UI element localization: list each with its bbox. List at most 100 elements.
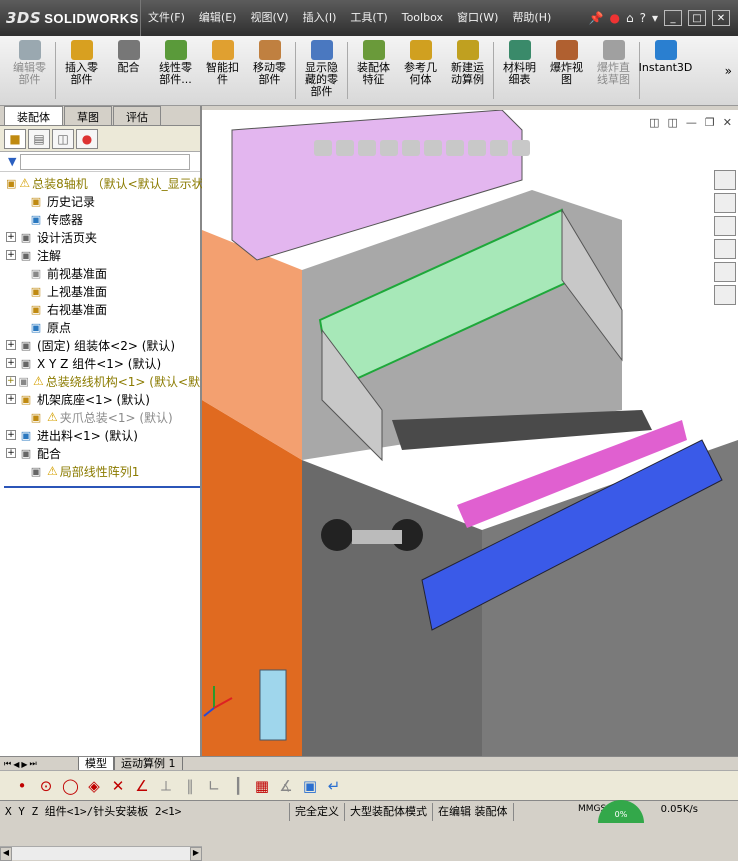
next-tab-icon[interactable]: ▶ — [21, 760, 27, 769]
circle-snap-icon[interactable]: ◯ — [62, 777, 79, 795]
pin-icon[interactable]: 📌 — [589, 11, 604, 25]
edit-appearance-icon[interactable] — [468, 140, 486, 156]
command-button-7[interactable]: 装配体 特征 — [350, 36, 397, 105]
tree-hscroll[interactable]: ◀ ▶ — [0, 846, 202, 861]
zoom-area-icon[interactable] — [336, 140, 354, 156]
solidworks-logo[interactable]: 3DS SOLIDWORKS — [0, 0, 140, 36]
zoom-to-fit-icon[interactable] — [314, 140, 332, 156]
view-orientation-icon[interactable] — [402, 140, 420, 156]
tree-item[interactable]: + ▣ (固定) 组装体<2> (默认) — [0, 336, 200, 354]
menu-help[interactable]: 帮助(H) — [505, 0, 558, 36]
command-button-9[interactable]: 新建运 动算例 — [444, 36, 491, 105]
command-button-0[interactable]: 编辑零 部件 — [6, 36, 53, 105]
tangent-icon[interactable]: ∠ — [134, 777, 150, 795]
display-style-icon[interactable] — [424, 140, 442, 156]
quadrant-icon[interactable]: ◈ — [86, 777, 102, 795]
home-icon[interactable]: ⌂ — [626, 11, 634, 25]
command-button-8[interactable]: 参考几 何体 — [397, 36, 444, 105]
viewport-tile-icon[interactable]: ◫ — [668, 116, 678, 129]
appearances-icon[interactable] — [714, 262, 736, 282]
parallel-icon[interactable]: ∥ — [182, 777, 198, 795]
length-icon[interactable]: ┃ — [230, 777, 246, 795]
custom-properties-icon[interactable] — [714, 285, 736, 305]
view-palette-icon[interactable] — [714, 239, 736, 259]
tree-item[interactable]: + ▣ X Y Z 组件<1> (默认) — [0, 354, 200, 372]
more-commands-icon[interactable]: » — [725, 64, 732, 78]
relations-icon[interactable]: ↵ — [326, 777, 342, 795]
expand-icon[interactable]: + — [6, 340, 16, 350]
traffic-light-icon[interactable]: ● — [609, 11, 619, 25]
expand-icon[interactable]: + — [6, 448, 16, 458]
expand-icon[interactable]: + — [6, 430, 16, 440]
tree-item[interactable]: ▣ ⚠ 总装8轴机 （默认<默认_显示状 — [0, 174, 204, 192]
intersection-icon[interactable]: ✕ — [110, 777, 126, 795]
tree-item[interactable]: ▣ 右视基准面 — [0, 300, 200, 318]
command-button-3[interactable]: 线性零 部件... — [152, 36, 199, 105]
menu-tools[interactable]: 工具(T) — [343, 0, 394, 36]
menu-window[interactable]: 窗口(W) — [450, 0, 505, 36]
previous-view-icon[interactable] — [358, 140, 376, 156]
tree-item[interactable]: ▣ 上视基准面 — [0, 282, 200, 300]
tree-item[interactable]: + ▣ ⚠ 总装绕线机构<1> (默认<默 — [0, 372, 200, 390]
grid-icon[interactable]: ▦ — [254, 777, 270, 795]
perpendicular-icon[interactable]: ⟂ — [158, 777, 174, 795]
tree-item[interactable]: ▣ 传感器 — [0, 210, 200, 228]
menu-toolbox[interactable]: Toolbox — [395, 0, 450, 36]
tree-item[interactable]: + ▣ 机架底座<1> (默认) — [0, 390, 200, 408]
feature-manager-icon[interactable]: ■ — [4, 128, 26, 149]
chevron-down-icon[interactable]: ▾ — [652, 11, 658, 25]
tab-assembly[interactable]: 装配体 — [4, 106, 63, 125]
quick-snaps-icon[interactable]: ▣ — [302, 777, 318, 795]
expand-icon[interactable]: + — [6, 358, 16, 368]
resources-icon[interactable] — [714, 170, 736, 190]
tree-item[interactable]: ▣ 历史记录 — [0, 192, 200, 210]
tree-item[interactable]: + ▣ 进出料<1> (默认) — [0, 426, 200, 444]
command-button-13[interactable]: Instant3D — [639, 36, 692, 105]
menu-edit[interactable]: 编辑(E) — [192, 0, 244, 36]
view-settings-icon[interactable] — [512, 140, 530, 156]
tree-item[interactable]: + ▣ 设计活页夹 — [0, 228, 200, 246]
filter-icon[interactable]: ▼ — [8, 155, 16, 168]
scroll-right-icon[interactable]: ▶ — [190, 847, 202, 861]
viewport-restore-button[interactable]: ❐ — [705, 116, 715, 129]
tree-item[interactable]: ▣ ⚠ 夹爪总装<1> (默认) — [0, 408, 200, 426]
configuration-manager-icon[interactable]: ◫ — [52, 128, 74, 149]
hide-show-icon[interactable] — [446, 140, 464, 156]
expand-icon[interactable]: + — [6, 394, 16, 404]
tab-motion-study[interactable]: 运动算例 1 — [114, 757, 183, 771]
viewport-minimize-button[interactable]: — — [686, 116, 697, 129]
prev-tab-icon[interactable]: ◀ — [13, 760, 19, 769]
filter-input[interactable] — [20, 153, 191, 170]
help-icon[interactable]: ? — [640, 11, 646, 25]
display-manager-icon[interactable]: ● — [76, 128, 98, 149]
menu-view[interactable]: 视图(V) — [243, 0, 295, 36]
horizontal-vertical-icon[interactable]: ∟ — [206, 777, 222, 795]
command-button-10[interactable]: 材料明 细表 — [496, 36, 543, 105]
section-view-icon[interactable] — [380, 140, 398, 156]
tab-evaluate[interactable]: 评估 — [113, 106, 161, 125]
menu-file[interactable]: 文件(F) — [140, 0, 192, 36]
first-tab-icon[interactable]: ⏮ — [4, 759, 11, 769]
point-icon[interactable]: • — [14, 777, 30, 795]
tab-sketch[interactable]: 草图 — [64, 106, 112, 125]
tree-item[interactable]: ▣ ⚠ 局部线性阵列1 — [0, 462, 200, 480]
tree-item[interactable]: + ▣ 配合 — [0, 444, 200, 462]
apply-scene-icon[interactable] — [490, 140, 508, 156]
expand-icon[interactable]: + — [6, 376, 16, 386]
viewport-split-icon[interactable]: ◫ — [649, 116, 659, 129]
file-explorer-icon[interactable] — [714, 216, 736, 236]
command-button-6[interactable]: 显示隐 藏的零 部件 — [298, 36, 345, 105]
tree-item[interactable]: ▣ 原点 — [0, 318, 200, 336]
center-point-icon[interactable]: ⊙ — [38, 777, 54, 795]
minimize-button[interactable]: _ — [664, 10, 682, 26]
angle-icon[interactable]: ∡ — [278, 777, 294, 795]
property-manager-icon[interactable]: ▤ — [28, 128, 50, 149]
last-tab-icon[interactable]: ⏭ — [30, 759, 37, 769]
viewport-close-button[interactable]: ✕ — [723, 116, 732, 129]
command-button-11[interactable]: 爆炸视 图 — [543, 36, 590, 105]
menu-insert[interactable]: 插入(I) — [296, 0, 344, 36]
command-button-1[interactable]: 插入零 部件 — [58, 36, 105, 105]
graphics-area[interactable]: ◫ ◫ — ❐ ✕ — [202, 110, 738, 756]
rollback-bar[interactable] — [4, 486, 200, 488]
tab-model[interactable]: 模型 — [78, 757, 114, 771]
